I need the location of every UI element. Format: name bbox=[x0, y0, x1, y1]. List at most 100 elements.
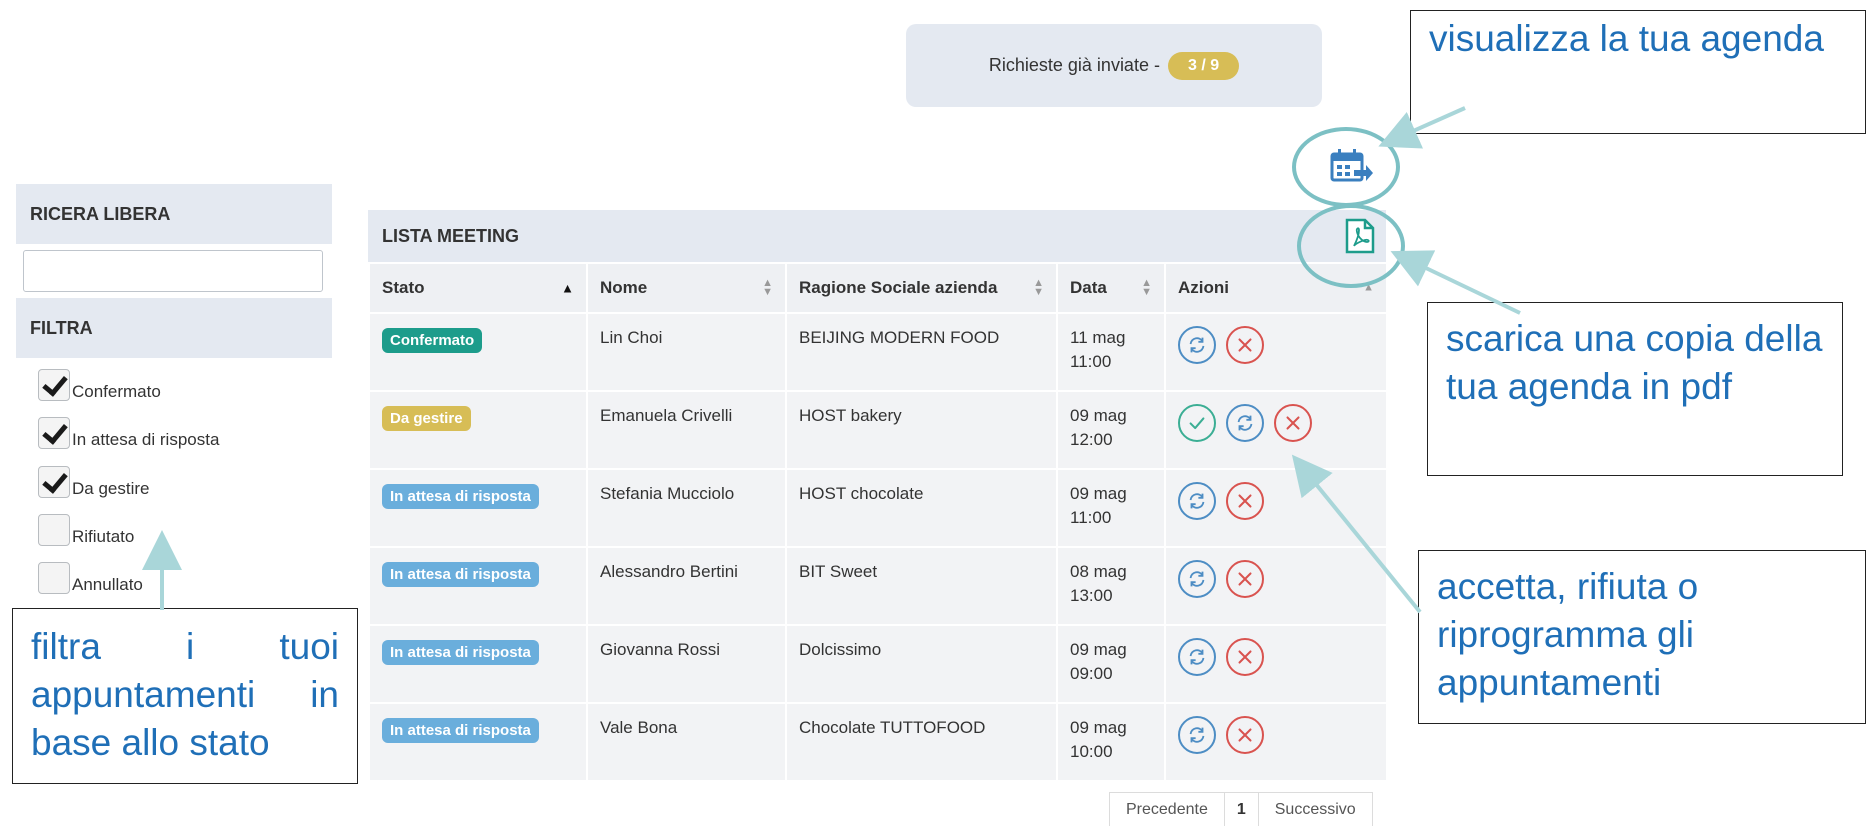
pagination-prev[interactable]: Precedente bbox=[1110, 793, 1225, 826]
cell-status: Da gestire bbox=[368, 390, 588, 470]
meeting-date: 09 mag bbox=[1070, 484, 1127, 503]
filter-label: Annullato bbox=[72, 575, 143, 594]
filter-heading: FILTRA bbox=[16, 298, 332, 358]
col-stato[interactable]: Stato ▲ bbox=[368, 262, 588, 314]
callout-filter: filtra i tuoi appuntamenti in base allo … bbox=[12, 608, 358, 784]
cell-name: Emanuela Crivelli bbox=[586, 390, 787, 470]
accept-button[interactable] bbox=[1178, 404, 1216, 442]
status-badge: In attesa di risposta bbox=[382, 562, 539, 587]
meeting-time: 10:00 bbox=[1070, 742, 1113, 761]
col-nome[interactable]: Nome ▲ ▼ bbox=[586, 262, 787, 314]
filter-rifiutato[interactable]: Rifiutato bbox=[38, 513, 134, 547]
callout-actions: accetta, rifiuta o riprogramma gli appun… bbox=[1418, 550, 1866, 724]
calendar-arrow-icon[interactable] bbox=[1330, 148, 1374, 186]
filter-label: Da gestire bbox=[72, 479, 150, 498]
sort-icon: ▲ ▼ bbox=[1033, 277, 1044, 298]
checkbox-confermato[interactable] bbox=[38, 369, 70, 401]
table-row: Da gestire Emanuela Crivelli HOST bakery 09… bbox=[368, 390, 1388, 470]
sort-asc-icon: ▲ bbox=[561, 280, 574, 296]
sort-icon: ▲ ▼ bbox=[1141, 277, 1152, 298]
meeting-date: 09 mag bbox=[1070, 406, 1127, 425]
reject-button[interactable] bbox=[1274, 404, 1312, 442]
close-icon bbox=[1234, 490, 1256, 512]
cell-status: In attesa di risposta bbox=[368, 468, 588, 548]
filter-label: Confermato bbox=[72, 382, 161, 401]
reschedule-button[interactable] bbox=[1178, 560, 1216, 598]
reschedule-button[interactable] bbox=[1178, 716, 1216, 754]
reschedule-button[interactable] bbox=[1178, 482, 1216, 520]
cell-status: In attesa di risposta bbox=[368, 702, 588, 782]
cell-name: Alessandro Bertini bbox=[586, 546, 787, 626]
cell-date: 11 mag 11:00 bbox=[1056, 312, 1166, 392]
close-icon bbox=[1234, 724, 1256, 746]
checkbox-in-attesa[interactable] bbox=[38, 417, 70, 449]
cell-company: Dolcissimo bbox=[785, 624, 1058, 704]
status-badge: In attesa di risposta bbox=[382, 484, 539, 509]
pdf-file-icon[interactable] bbox=[1345, 218, 1375, 254]
meeting-date: 11 mag bbox=[1070, 328, 1126, 347]
callout-agenda: visualizza la tua agenda bbox=[1410, 10, 1866, 134]
refresh-icon bbox=[1234, 412, 1256, 434]
checkbox-rifiutato[interactable] bbox=[38, 514, 70, 546]
reschedule-button[interactable] bbox=[1178, 326, 1216, 364]
cell-date: 09 mag 09:00 bbox=[1056, 624, 1166, 704]
requests-sent-box: Richieste già inviate - 3 / 9 bbox=[906, 24, 1322, 107]
cell-date: 09 mag 12:00 bbox=[1056, 390, 1166, 470]
checkbox-da-gestire[interactable] bbox=[38, 466, 70, 498]
filter-confermato[interactable]: Confermato bbox=[38, 368, 161, 402]
reject-button[interactable] bbox=[1226, 638, 1264, 676]
pagination-current[interactable]: 1 bbox=[1224, 793, 1259, 826]
cell-date: 09 mag 11:00 bbox=[1056, 468, 1166, 548]
close-icon bbox=[1234, 568, 1256, 590]
table-row: Confermato Lin Choi BEIJING MODERN FOOD 11 … bbox=[368, 312, 1388, 392]
cell-company: BIT Sweet bbox=[785, 546, 1058, 626]
cell-company: HOST bakery bbox=[785, 390, 1058, 470]
filter-da-gestire[interactable]: Da gestire bbox=[38, 465, 149, 499]
status-badge: Da gestire bbox=[382, 406, 471, 431]
cell-status: In attesa di risposta bbox=[368, 624, 588, 704]
cell-actions bbox=[1164, 546, 1388, 626]
reschedule-button[interactable] bbox=[1178, 638, 1216, 676]
checkbox-annullato[interactable] bbox=[38, 562, 70, 594]
requests-sent-label: Richieste già inviate - bbox=[988, 55, 1160, 75]
meeting-time: 11:00 bbox=[1070, 352, 1112, 371]
meeting-date: 08 mag bbox=[1070, 562, 1127, 581]
cell-name: Vale Bona bbox=[586, 702, 787, 782]
table-row: In attesa di risposta Stefania Mucciolo HO… bbox=[368, 468, 1388, 548]
close-icon bbox=[1282, 412, 1304, 434]
reschedule-button[interactable] bbox=[1226, 404, 1264, 442]
reject-button[interactable] bbox=[1226, 560, 1264, 598]
reject-button[interactable] bbox=[1226, 482, 1264, 520]
col-data[interactable]: Data ▲ ▼ bbox=[1056, 262, 1166, 314]
col-ragione-sociale[interactable]: Ragione Sociale azienda ▲ ▼ bbox=[785, 262, 1058, 314]
refresh-icon bbox=[1186, 490, 1208, 512]
pagination-next[interactable]: Successivo bbox=[1258, 793, 1372, 826]
meeting-time: 13:00 bbox=[1070, 586, 1113, 605]
filter-label: Rifiutato bbox=[72, 527, 135, 546]
filter-annullato[interactable]: Annullato bbox=[38, 561, 143, 595]
refresh-icon bbox=[1186, 724, 1208, 746]
reject-button[interactable] bbox=[1226, 326, 1264, 364]
table-row: In attesa di risposta Giovanna Rossi Dolci… bbox=[368, 624, 1388, 704]
cell-name: Lin Choi bbox=[586, 312, 787, 392]
meeting-time: 09:00 bbox=[1070, 664, 1113, 683]
callout-pdf: scarica una copia della tua agenda in pd… bbox=[1427, 302, 1843, 476]
close-icon bbox=[1234, 334, 1256, 356]
cell-company: BEIJING MODERN FOOD bbox=[785, 312, 1058, 392]
cell-name: Giovanna Rossi bbox=[586, 624, 787, 704]
sort-icon: ▲ ▼ bbox=[762, 277, 773, 298]
refresh-icon bbox=[1186, 568, 1208, 590]
filter-label: In attesa di risposta bbox=[72, 430, 220, 449]
refresh-icon bbox=[1186, 646, 1208, 668]
cell-status: Confermato bbox=[368, 312, 588, 392]
status-badge: In attesa di risposta bbox=[382, 640, 539, 665]
table-row: In attesa di risposta Vale Bona Chocolate … bbox=[368, 702, 1388, 782]
cell-date: 08 mag 13:00 bbox=[1056, 546, 1166, 626]
meeting-date: 09 mag bbox=[1070, 718, 1127, 737]
cell-company: HOST chocolate bbox=[785, 468, 1058, 548]
search-input[interactable] bbox=[23, 250, 323, 292]
meeting-time: 12:00 bbox=[1070, 430, 1113, 449]
filter-in-attesa[interactable]: In attesa di risposta bbox=[38, 416, 219, 450]
reject-button[interactable] bbox=[1226, 716, 1264, 754]
meeting-table: Stato ▲ Nome ▲ ▼ Ragione Sociale azienda ▲ ▼ … bbox=[368, 262, 1388, 782]
